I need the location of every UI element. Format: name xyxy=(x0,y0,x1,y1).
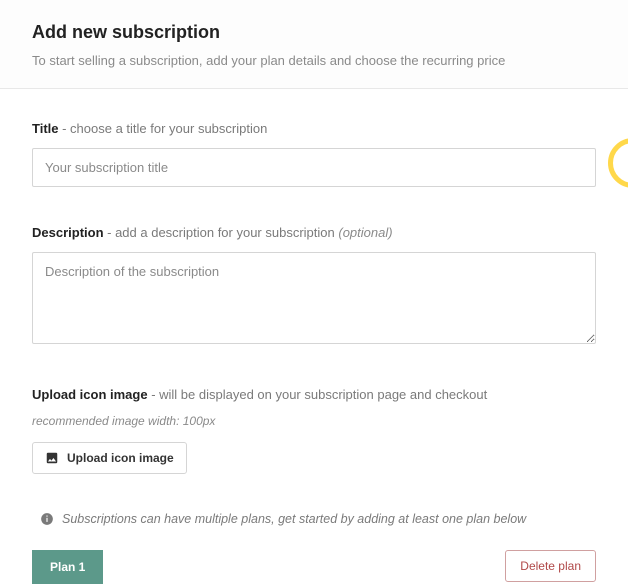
plan-bar: Plan 1 Delete plan xyxy=(0,550,628,584)
description-textarea[interactable] xyxy=(32,252,596,344)
title-input[interactable] xyxy=(32,148,596,187)
upload-recommended-text: recommended image width: 100px xyxy=(32,414,596,428)
upload-field-group: Upload icon image - will be displayed on… xyxy=(32,387,596,474)
title-label-strong: Title xyxy=(32,121,59,136)
plan-tab-1[interactable]: Plan 1 xyxy=(32,550,103,584)
description-label-strong: Description xyxy=(32,225,104,240)
description-field-group: Description - add a description for your… xyxy=(32,225,596,349)
page-header: Add new subscription To start selling a … xyxy=(0,0,628,89)
title-label: Title - choose a title for your subscrip… xyxy=(32,121,596,136)
page-subtitle: To start selling a subscription, add you… xyxy=(32,53,596,68)
description-label-hint: - add a description for your subscriptio… xyxy=(104,225,339,240)
title-field-group: Title - choose a title for your subscrip… xyxy=(32,121,596,187)
upload-label-strong: Upload icon image xyxy=(32,387,148,402)
page-title: Add new subscription xyxy=(32,22,596,43)
info-row: Subscriptions can have multiple plans, g… xyxy=(0,492,628,550)
info-text: Subscriptions can have multiple plans, g… xyxy=(62,512,526,526)
image-icon xyxy=(45,451,59,465)
upload-icon-button[interactable]: Upload icon image xyxy=(32,442,187,474)
description-label-optional: (optional) xyxy=(338,225,392,240)
title-label-hint: - choose a title for your subscription xyxy=(59,121,268,136)
upload-label-hint: - will be displayed on your subscription… xyxy=(148,387,488,402)
info-icon xyxy=(40,512,54,526)
description-label: Description - add a description for your… xyxy=(32,225,596,240)
form-content: Title - choose a title for your subscrip… xyxy=(0,89,628,474)
delete-plan-button[interactable]: Delete plan xyxy=(505,550,596,582)
upload-button-label: Upload icon image xyxy=(67,451,174,465)
upload-label: Upload icon image - will be displayed on… xyxy=(32,387,596,402)
